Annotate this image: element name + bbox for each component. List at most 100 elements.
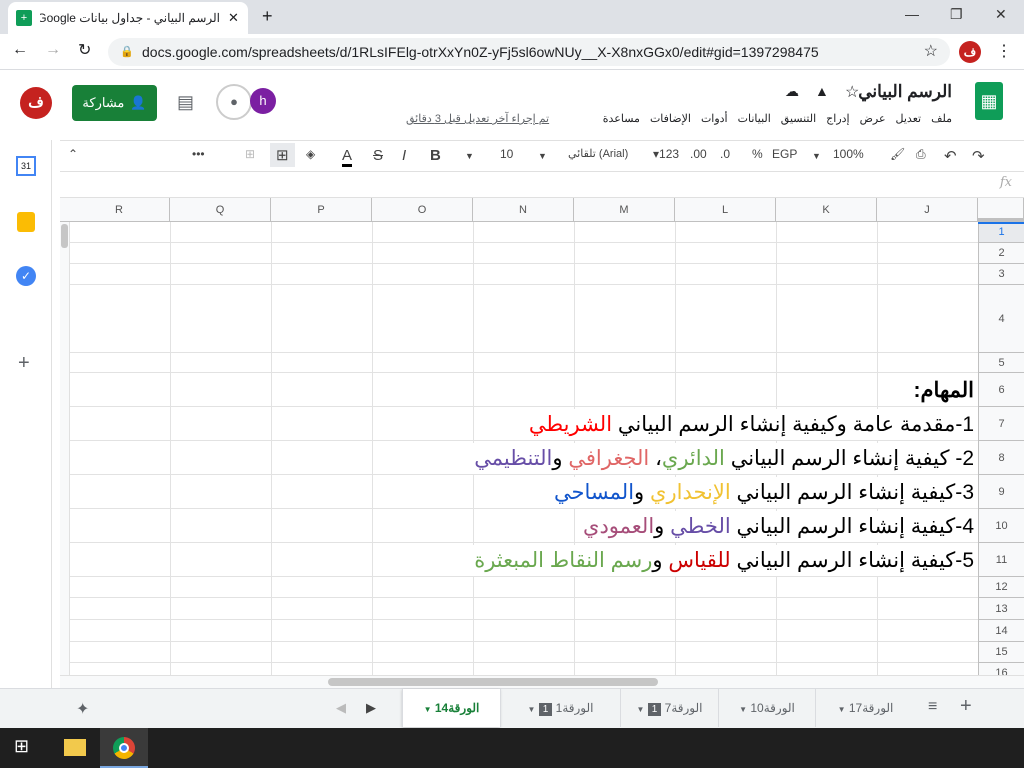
row-header-2[interactable]: 2 [978,243,1024,264]
profile-avatar[interactable]: ف [959,41,981,63]
currency-button[interactable]: EGP [772,147,797,161]
cell-J7[interactable]: 1-مقدمة عامة وكيفية إنشاء الرسم البياني … [524,409,974,440]
redo-icon[interactable]: ↷ [972,147,985,165]
font-size-dropdown-icon[interactable]: ▼ [465,151,474,161]
column-header-O[interactable]: O [372,198,473,222]
minimize-icon[interactable]: — [905,6,919,22]
reload-icon[interactable]: ↻ [78,40,91,60]
menu-data[interactable]: البيانات [738,112,771,125]
row-header-16[interactable]: 16 [978,663,1024,675]
fill-color-icon[interactable]: ◈ [306,147,315,161]
maximize-icon[interactable]: ❐ [950,6,963,23]
bookmark-star-icon[interactable]: ☆ [924,38,938,66]
get-addons-icon[interactable]: + [18,352,30,375]
collapse-toolbar-icon[interactable]: ⌃ [68,147,78,161]
print-icon[interactable]: ⎙ [916,147,926,162]
row-header-9[interactable]: 9 [978,475,1024,509]
calendar-icon[interactable]: 31 [16,156,36,176]
new-tab-icon[interactable]: + [262,6,273,27]
move-to-drive-icon[interactable]: ▲ [815,83,829,99]
sheets-logo-icon[interactable]: ▦ [975,82,1003,120]
menu-help[interactable]: مساعدة [603,112,640,125]
url-input[interactable]: 🔒 docs.google.com/spreadsheets/d/1RLsIFEl… [108,38,950,66]
meet-icon[interactable]: ● [216,84,252,120]
row-header-7[interactable]: 7 [978,407,1024,441]
row-header-5[interactable]: 5 [978,353,1024,373]
cell-J11[interactable]: 5-كيفية إنشاء الرسم البياني للقياس ورسم … [470,545,974,576]
spreadsheet-grid[interactable]: J K L M N O P Q R 1 2 3 4 5 6 المهام: 7 1-مقدمة عامة وكيف… [60,198,1024,675]
cell-J8[interactable]: 2- كيفية إنشاء الرسم البياني الدائري، ال… [470,443,974,474]
all-sheets-icon[interactable]: ≡ [928,698,937,716]
collaborator-avatar[interactable]: h [250,88,276,114]
sheet-tab-dropdown-icon[interactable]: ▼ [739,705,747,714]
close-tab-icon[interactable]: ✕ [228,10,239,26]
row-header-10[interactable]: 10 [978,509,1024,543]
bold-button[interactable]: B [430,147,441,164]
forward-icon[interactable]: → [45,41,61,59]
increase-decimal-button[interactable]: .00 [690,147,707,161]
sheet-tab-dropdown-icon[interactable]: ▼ [838,705,846,714]
browser-menu-icon[interactable]: ⋮ [996,41,1012,61]
browser-tab[interactable]: ✕ الرسم البياني - جداول بيانات Google + [8,2,248,34]
undo-icon[interactable]: ↶ [944,147,957,165]
column-header-Q[interactable]: Q [170,198,271,222]
sheet-tab[interactable]: ▼ الورقة10 [718,689,815,727]
sheet-tab[interactable]: ▼ الورقة7 1 [620,689,718,727]
file-explorer-icon[interactable] [64,739,86,756]
row-header-4[interactable]: 4 [978,285,1024,353]
menu-tools[interactable]: أدوات [701,112,728,125]
font-select[interactable]: تلقائي (Arial) [568,147,628,160]
row-header-13[interactable]: 13 [978,598,1024,620]
cell-J10[interactable]: 4-كيفية إنشاء الرسم البياني الخطي والعمو… [579,511,974,542]
column-header-J[interactable]: J [877,198,978,222]
menu-view[interactable]: عرض [860,112,886,125]
account-avatar[interactable]: ف [20,87,52,119]
vertical-scrollbar[interactable] [60,222,70,675]
add-sheet-icon[interactable]: + [960,695,972,718]
row-header-11[interactable]: 11 [978,543,1024,577]
font-dropdown-icon[interactable]: ▼ [538,151,547,161]
menu-addons[interactable]: الإضافات [650,112,691,125]
text-color-button[interactable]: A [342,147,353,167]
horizontal-scrollbar[interactable] [60,675,1024,688]
row-header-12[interactable]: 12 [978,577,1024,598]
zoom-dropdown-icon[interactable]: ▼ [812,151,821,161]
menu-edit[interactable]: تعديل [896,112,922,125]
cell-J6[interactable]: المهام: [909,375,974,406]
cloud-saved-icon[interactable]: ☁ [785,83,799,100]
share-button[interactable]: مشاركة 👤 [72,85,157,121]
merge-cells-icon[interactable]: ⊞ [245,147,255,161]
zoom-select[interactable]: 100% [833,147,864,161]
back-icon[interactable]: ← [12,41,28,59]
column-header-P[interactable]: P [271,198,372,222]
more-formats-button[interactable]: ▾123 [653,147,679,161]
sheet-tab-dropdown-icon[interactable]: ▼ [527,705,535,714]
strikethrough-button[interactable]: S [373,147,383,164]
row-header-6[interactable]: 6 [978,373,1024,407]
column-header-R[interactable]: R [69,198,170,222]
percent-button[interactable]: % [752,147,763,161]
row-header-8[interactable]: 8 [978,441,1024,475]
select-all-corner[interactable] [978,198,1024,222]
font-size-field[interactable]: 10 [500,147,513,161]
keep-icon[interactable] [17,212,35,232]
explore-icon[interactable]: ✦ [76,699,89,719]
column-header-K[interactable]: K [776,198,877,222]
comments-icon[interactable]: ▤ [177,92,194,113]
row-header-1[interactable]: 1 [978,222,1024,243]
column-header-M[interactable]: M [574,198,675,222]
sheet-tab-dropdown-icon[interactable]: ▼ [636,705,644,714]
menu-insert[interactable]: إدراج [826,112,849,125]
sheet-tab-dropdown-icon[interactable]: ▼ [424,705,432,714]
row-header-3[interactable]: 3 [978,264,1024,285]
formula-bar[interactable]: fx [60,172,1024,198]
menu-format[interactable]: التنسيق [781,112,816,125]
decrease-decimal-button[interactable]: .0 [720,147,730,161]
scroll-tabs-left-icon[interactable]: ◀ [336,700,346,716]
tasks-icon[interactable]: ✓ [16,266,36,286]
last-edit-link[interactable]: تم إجراء آخر تعديل قبل 3 دقائق [406,112,549,125]
sheet-tab[interactable]: ▼ الورقة14 [402,689,500,727]
scrollbar-thumb[interactable] [328,678,658,686]
vertical-scrollbar-thumb[interactable] [61,224,68,248]
paint-format-icon[interactable]: 🖌 [890,147,905,161]
